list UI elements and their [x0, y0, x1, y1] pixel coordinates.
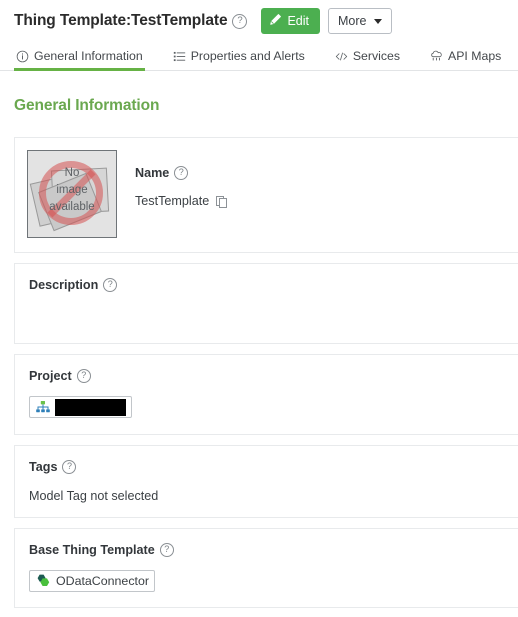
base-thing-template-label-row: Base Thing Template [29, 542, 502, 557]
base-thing-template-label: Base Thing Template [29, 542, 155, 557]
description-label-row: Description [29, 278, 502, 292]
name-value: TestTemplate [135, 194, 210, 208]
more-button[interactable]: More [328, 8, 392, 34]
info-circle-icon [16, 50, 29, 63]
edit-button[interactable]: Edit [261, 8, 321, 34]
tab-label: API Maps [448, 49, 502, 63]
code-brackets-icon [335, 50, 348, 63]
help-circle-icon[interactable] [62, 459, 77, 474]
description-label: Description [29, 278, 99, 292]
thing-template-hexagon-icon [35, 573, 52, 588]
project-value-redacted [55, 398, 126, 416]
page-title-entity: TestTemplate [131, 12, 228, 29]
base-thing-template-chip[interactable]: ODataConnector [29, 569, 155, 592]
pencil-icon [269, 13, 282, 29]
general-information-panel: General Information No image available N… [0, 71, 518, 616]
help-circle-icon[interactable] [76, 369, 91, 383]
chevron-down-icon [373, 18, 382, 24]
name-field-block: Name TestTemplate [135, 150, 228, 208]
name-label: Name [135, 166, 170, 180]
card-description: Description [14, 263, 518, 344]
page-title-prefix: Thing Template: [14, 12, 132, 29]
more-button-label: More [338, 14, 367, 28]
help-circle-icon[interactable] [232, 13, 248, 29]
page-title: Thing Template: TestTemplate [14, 12, 248, 30]
card-tags: Tags Model Tag not selected [14, 444, 518, 518]
list-icon [173, 50, 186, 63]
edit-button-label: Edit [287, 14, 310, 28]
card-base-thing-template: Base Thing Template ODataConnector [14, 527, 518, 608]
project-tree-icon [35, 400, 51, 415]
project-label: Project [29, 369, 72, 383]
header-actions: Edit More [261, 8, 392, 34]
cloud-api-icon [430, 50, 443, 63]
tab-general-information[interactable]: General Information [14, 42, 145, 71]
tags-label-row: Tags [29, 459, 502, 474]
tab-label: General Information [34, 49, 143, 63]
base-thing-template-value: ODataConnector [56, 573, 149, 588]
no-image-available-icon[interactable]: No image available [27, 150, 117, 238]
tab-bar: General Information Properties and Alert… [0, 42, 518, 71]
tags-label: Tags [29, 459, 58, 474]
tab-label: Properties and Alerts [190, 49, 305, 63]
project-label-row: Project [29, 369, 502, 383]
help-circle-icon[interactable] [174, 166, 189, 180]
tab-label: Services [352, 49, 400, 63]
card-project: Project [14, 354, 518, 435]
page-header: Thing Template:TestTemplate Edit More [0, 0, 518, 42]
tab-properties-and-alerts[interactable]: Properties and Alerts [173, 42, 305, 70]
copy-icon[interactable] [216, 195, 228, 208]
tags-value: Model Tag not selected [29, 488, 159, 503]
tab-api-maps[interactable]: API Maps [430, 42, 501, 70]
name-value-row: TestTemplate [135, 194, 228, 208]
card-name: No image available Name TestTemplate [14, 137, 518, 253]
help-circle-icon[interactable] [103, 278, 118, 292]
name-label-row: Name [135, 166, 226, 180]
help-circle-icon[interactable] [159, 542, 174, 557]
project-chip[interactable] [29, 396, 132, 418]
section-heading: General Information [14, 97, 160, 114]
tab-services[interactable]: Services [335, 42, 400, 70]
